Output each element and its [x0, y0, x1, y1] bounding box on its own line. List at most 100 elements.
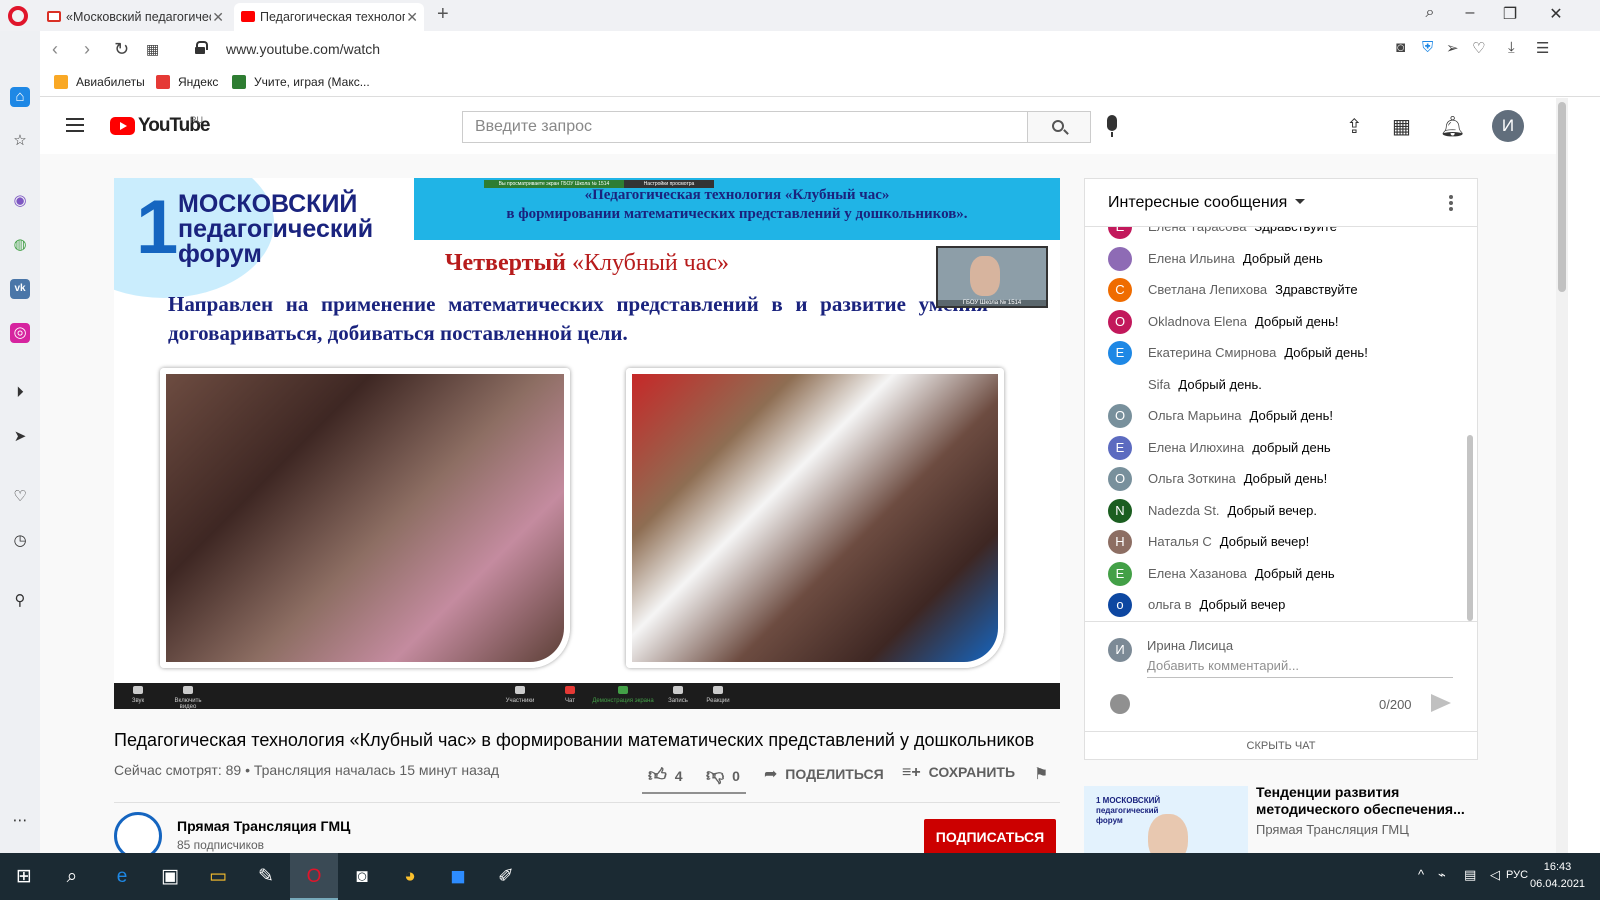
chat-more-icon[interactable]: [1449, 195, 1453, 211]
taskbar-search-icon[interactable]: ⌕: [48, 853, 96, 900]
keyboard-language[interactable]: РУС: [1506, 869, 1528, 881]
chat-author-name[interactable]: Sifa: [1148, 377, 1170, 392]
chat-author-avatar[interactable]: N: [1108, 498, 1132, 523]
subscribe-button[interactable]: ПОДПИСАТЬСЯ: [924, 819, 1056, 853]
reload-button[interactable]: ↻: [114, 39, 129, 60]
account-avatar[interactable]: И: [1492, 110, 1524, 142]
windows-start-icon[interactable]: ⊞: [0, 853, 48, 900]
emoji-icon[interactable]: [1110, 694, 1130, 714]
chat-author-name[interactable]: Okladnova Elena: [1148, 314, 1247, 329]
chat-author-name[interactable]: Елена Тарасова: [1148, 227, 1246, 234]
restore-button[interactable]: ❐: [1494, 4, 1526, 24]
notifications-bell-icon[interactable]: 🔔︎: [1440, 114, 1465, 139]
vk-icon[interactable]: vk: [10, 279, 30, 299]
chat-mode-dropdown[interactable]: Интересные сообщения: [1108, 194, 1306, 212]
bookmark-uchite-igraya[interactable]: Учите, играя (Макс...: [232, 75, 370, 89]
upload-icon[interactable]: ⇪: [1346, 114, 1363, 139]
chat-author-name[interactable]: Ольга Марьина: [1148, 408, 1242, 423]
send-message-icon[interactable]: [1431, 694, 1451, 712]
forward-button[interactable]: ›: [84, 39, 90, 60]
close-window-button[interactable]: ✕: [1540, 4, 1572, 24]
chat-author-name[interactable]: Светлана Лепихова: [1148, 282, 1267, 297]
chat-author-avatar[interactable]: С: [1108, 278, 1132, 302]
file-explorer-icon[interactable]: ▭: [194, 853, 242, 900]
hide-chat-button[interactable]: СКРЫТЬ ЧАТ: [1085, 731, 1477, 759]
lightbulb-icon[interactable]: ⚲: [10, 591, 30, 611]
close-tab-icon[interactable]: ✕: [406, 3, 418, 31]
video-player[interactable]: «Педагогическая технология «Клубный час»…: [114, 178, 1060, 709]
bookmarks-heart-icon[interactable]: ♡: [10, 487, 30, 507]
chat-scrollbar[interactable]: [1467, 435, 1473, 621]
bookmark-aviabilety[interactable]: Авиабилеты: [54, 75, 145, 89]
send-sidebar-icon[interactable]: ➤: [10, 427, 30, 447]
menu-icon[interactable]: [66, 118, 84, 132]
player-icon[interactable]: ⏵: [10, 383, 30, 403]
search-button[interactable]: [1027, 111, 1091, 143]
chat-author-name[interactable]: Елена Ильина: [1148, 251, 1235, 266]
url-field[interactable]: www.youtube.com/watch: [226, 41, 380, 57]
voice-search-icon[interactable]: [1107, 115, 1117, 137]
chat-author-name[interactable]: ольга в: [1148, 597, 1192, 612]
store-icon[interactable]: ▣: [146, 853, 194, 900]
easy-setup-icon[interactable]: ☰: [1536, 39, 1549, 57]
zoom-app-icon[interactable]: ◼: [434, 853, 482, 900]
chat-author-avatar[interactable]: [1108, 246, 1132, 271]
camera-app-icon[interactable]: ◙: [338, 853, 386, 900]
network-icon[interactable]: ⌁: [1438, 867, 1446, 883]
tray-expand-icon[interactable]: ^: [1418, 867, 1424, 882]
home-icon[interactable]: ⌂: [10, 87, 30, 107]
youtube-logo-icon[interactable]: [110, 117, 135, 135]
chat-author-avatar[interactable]: О: [1108, 467, 1132, 491]
adblock-icon[interactable]: ⛨: [1422, 39, 1433, 56]
chat-author-avatar[interactable]: O: [1108, 309, 1132, 334]
apps-grid-icon[interactable]: ▦: [1392, 114, 1411, 139]
close-tab-icon[interactable]: ✕: [212, 3, 224, 31]
channel-avatar[interactable]: [114, 812, 162, 853]
whatsapp-icon[interactable]: ◍: [10, 235, 30, 255]
minimize-button[interactable]: –: [1454, 4, 1486, 22]
chat-author-name[interactable]: Екатерина Смирнова: [1148, 345, 1276, 360]
opera-logo-icon[interactable]: [8, 6, 28, 26]
back-button[interactable]: ‹: [52, 39, 58, 60]
paint-3d-icon[interactable]: ✐: [482, 853, 530, 900]
history-icon[interactable]: ◷: [10, 531, 30, 551]
chat-author-avatar[interactable]: Н: [1108, 530, 1132, 554]
report-button[interactable]: ⚑: [1034, 764, 1048, 784]
chat-author-avatar[interactable]: [1108, 372, 1132, 397]
chat-author-name[interactable]: Nadezda St.: [1148, 503, 1220, 518]
like-button[interactable]: 👍︎ 4: [648, 764, 683, 786]
chat-author-avatar[interactable]: О: [1108, 404, 1132, 428]
channel-name[interactable]: Прямая Трансляция ГМЦ: [177, 818, 350, 834]
chrome-icon[interactable]: ◕: [386, 853, 434, 900]
chat-author-avatar[interactable]: Е: [1108, 561, 1132, 586]
chat-author-name[interactable]: Елена Илюхина: [1148, 440, 1244, 455]
message-tray-icon[interactable]: ▤: [1464, 867, 1476, 883]
volume-icon[interactable]: ◁: [1490, 867, 1500, 883]
lock-icon[interactable]: [195, 41, 208, 54]
send-icon[interactable]: ➢: [1446, 39, 1459, 57]
chat-message-input[interactable]: Добавить комментарий...: [1147, 658, 1453, 678]
speed-dial-sidebar-icon[interactable]: ☆: [10, 131, 30, 151]
bookmark-yandex[interactable]: Яндекс: [156, 75, 218, 89]
related-video-title[interactable]: Тенденции развития методического обеспеч…: [1256, 784, 1476, 818]
chat-author-name[interactable]: Наталья С: [1148, 534, 1212, 549]
new-tab-button[interactable]: +: [437, 3, 449, 26]
tab-youtube[interactable]: Педагогическая технология ✕: [234, 3, 424, 31]
messenger-icon[interactable]: ◉: [10, 191, 30, 211]
instagram-icon[interactable]: ◎: [10, 323, 30, 343]
search-tabs-icon[interactable]: ⌕: [1414, 4, 1446, 22]
camera-icon[interactable]: ◙: [1396, 39, 1405, 56]
page-scrollbar[interactable]: [1556, 98, 1568, 853]
more-icon[interactable]: ⋯: [10, 811, 30, 831]
related-video-thumbnail[interactable]: 1 МОСКОВСКИЙ педагогический форум: [1084, 786, 1248, 853]
chat-author-name[interactable]: Елена Хазанова: [1148, 566, 1247, 581]
clock[interactable]: 16:43 06.04.2021: [1530, 859, 1585, 893]
chat-author-name[interactable]: Ольга Зоткина: [1148, 471, 1236, 486]
chat-author-avatar[interactable]: о: [1108, 593, 1132, 617]
search-input[interactable]: Введите запрос: [462, 111, 1028, 143]
chat-author-avatar[interactable]: Е: [1108, 341, 1132, 365]
share-button[interactable]: ➦ ПОДЕЛИТЬСЯ: [764, 764, 884, 784]
save-button[interactable]: ≡+ СОХРАНИТЬ: [902, 764, 1015, 782]
dislike-button[interactable]: 👎︎ 0: [706, 764, 740, 786]
related-video-channel[interactable]: Прямая Трансляция ГМЦ: [1256, 822, 1409, 837]
